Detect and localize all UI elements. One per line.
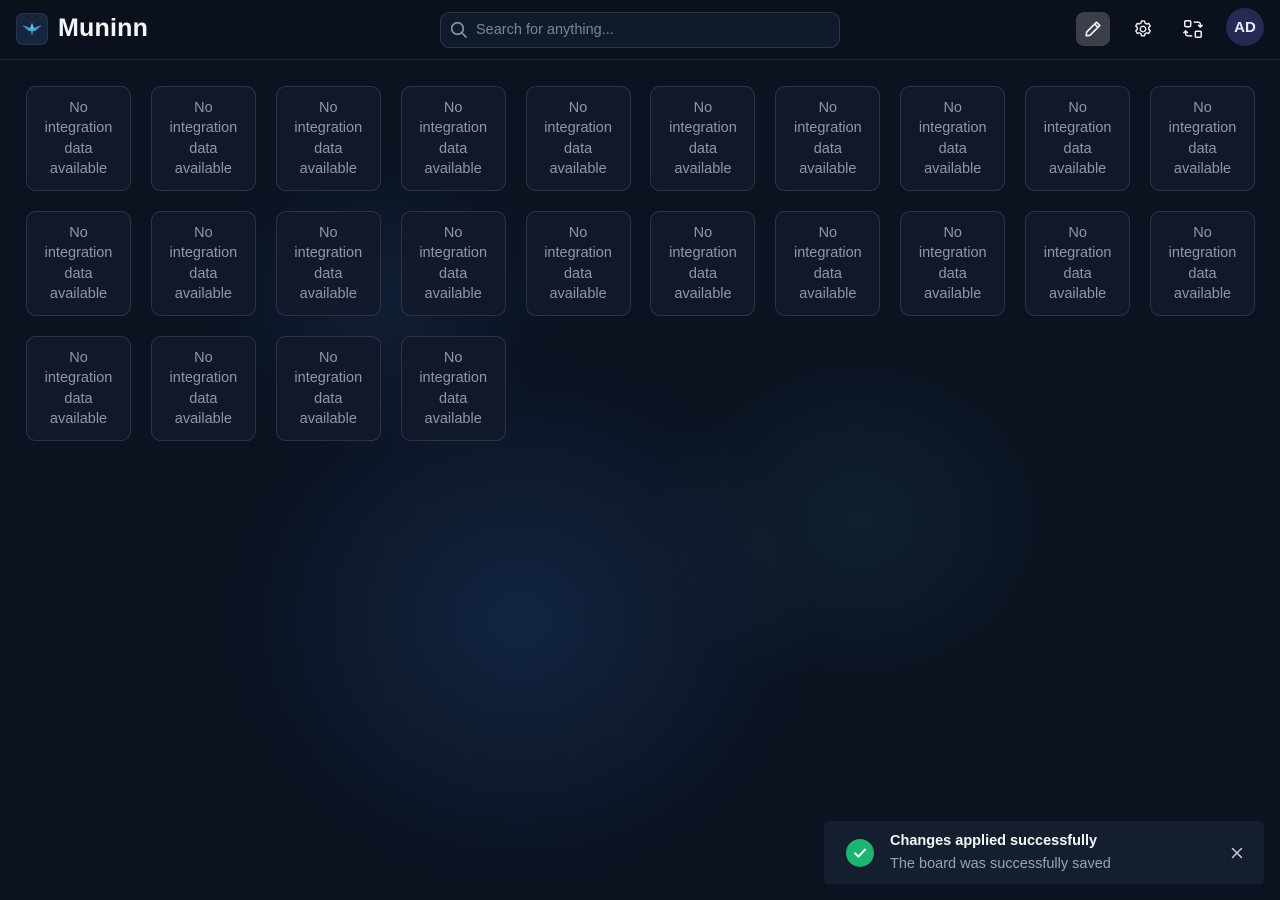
widget-grid: No integration data available No integrat… [26, 86, 1256, 441]
success-toast: Changes applied successfully The board w… [824, 821, 1264, 884]
widget-card[interactable]: No integration data available [26, 336, 131, 441]
widget-card[interactable]: No integration data available [400, 86, 506, 191]
widget-card[interactable]: No integration data available [400, 336, 506, 441]
settings-button[interactable] [1126, 12, 1160, 46]
toast-close-button[interactable] [1229, 845, 1245, 861]
search-icon [450, 21, 468, 39]
widget-empty-message: No integration data available [44, 349, 113, 427]
search-bar[interactable] [440, 12, 840, 48]
widget-empty-message: No integration data available [419, 224, 488, 302]
widget-empty-message: No integration data available [1043, 224, 1112, 302]
raven-logo-icon [22, 23, 42, 36]
widget-card[interactable]: No integration data available [26, 86, 131, 191]
top-bar: Muninn AD [0, 0, 1280, 60]
search-input[interactable] [476, 22, 816, 38]
widget-card[interactable]: No integration data available [775, 86, 881, 191]
widget-card[interactable]: No integration data available [900, 211, 1006, 316]
widget-card[interactable]: No integration data available [900, 86, 1006, 191]
switch-board-button[interactable] [1176, 12, 1210, 46]
widget-empty-message: No integration data available [44, 224, 113, 302]
widget-card[interactable]: No integration data available [1025, 86, 1131, 191]
widget-empty-message: No integration data available [44, 99, 113, 177]
success-check-icon [846, 839, 874, 867]
widget-card[interactable]: No integration data available [775, 211, 881, 316]
widget-card[interactable]: No integration data available [1025, 211, 1131, 316]
close-icon [1231, 847, 1243, 859]
widget-empty-message: No integration data available [169, 99, 238, 177]
widget-card[interactable]: No integration data available [150, 86, 256, 191]
widget-empty-message: No integration data available [793, 99, 862, 177]
widget-card[interactable]: No integration data available [275, 86, 381, 191]
gear-icon [1135, 20, 1151, 37]
pencil-icon [1085, 21, 1101, 37]
widget-empty-message: No integration data available [1043, 99, 1112, 177]
widget-empty-message: No integration data available [544, 99, 612, 177]
widget-empty-message: No integration data available [294, 224, 363, 302]
widget-empty-message: No integration data available [793, 224, 862, 302]
widget-empty-message: No integration data available [419, 349, 488, 427]
widget-card[interactable]: No integration data available [525, 211, 631, 316]
widget-empty-message: No integration data available [169, 224, 238, 302]
widget-empty-message: No integration data available [1168, 99, 1237, 177]
widget-card[interactable]: No integration data available [525, 86, 631, 191]
widget-card[interactable]: No integration data available [400, 211, 506, 316]
widget-card[interactable]: No integration data available [650, 211, 756, 316]
widget-card[interactable]: No integration data available [150, 336, 256, 441]
widget-card[interactable]: No integration data available [1150, 86, 1256, 191]
widget-card[interactable]: No integration data available [26, 211, 131, 316]
widget-card[interactable]: No integration data available [650, 86, 756, 191]
widget-empty-message: No integration data available [918, 99, 987, 177]
widget-card[interactable]: No integration data available [275, 211, 381, 316]
widget-empty-message: No integration data available [669, 99, 737, 177]
widget-empty-message: No integration data available [419, 99, 488, 177]
widget-empty-message: No integration data available [918, 224, 987, 302]
toast-message: The board was successfully saved [890, 856, 1111, 872]
widget-empty-message: No integration data available [544, 224, 612, 302]
widget-card[interactable]: No integration data available [275, 336, 381, 441]
widget-empty-message: No integration data available [669, 224, 737, 302]
widget-empty-message: No integration data available [1168, 224, 1237, 302]
widget-card[interactable]: No integration data available [150, 211, 256, 316]
app-logo[interactable] [16, 13, 48, 45]
edit-mode-button[interactable] [1076, 12, 1110, 46]
widget-card[interactable]: No integration data available [1150, 211, 1256, 316]
toast-title: Changes applied successfully [890, 833, 1098, 849]
user-avatar[interactable]: AD [1226, 8, 1264, 46]
widget-empty-message: No integration data available [294, 349, 363, 427]
widget-empty-message: No integration data available [294, 99, 363, 177]
swap-layout-icon [1183, 20, 1203, 38]
app-brand[interactable]: Muninn [58, 14, 148, 43]
widget-empty-message: No integration data available [169, 349, 238, 427]
